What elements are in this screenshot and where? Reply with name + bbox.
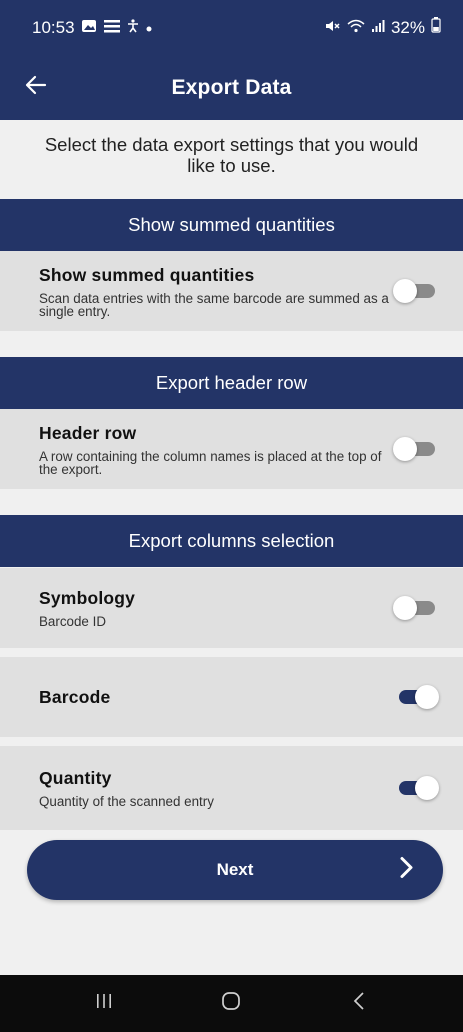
section-header-columns: Export columns selection: [0, 515, 463, 567]
column-title-barcode: Barcode: [39, 686, 111, 707]
header-row-toggle[interactable]: [393, 437, 439, 461]
back-button[interactable]: [16, 68, 56, 108]
section-header-header-row: Export header row: [0, 357, 463, 409]
status-bar: 10:53 32%: [0, 0, 463, 55]
setting-subtitle-summed: Scan data entries with the same barcode …: [39, 290, 389, 319]
status-time: 10:53: [32, 17, 75, 37]
column-title-quantity: Quantity: [39, 768, 112, 788]
setting-row-header-row[interactable]: Header row A row containing the column n…: [0, 409, 463, 489]
top-bar: 10:53 32% Export Data: [0, 0, 463, 120]
setting-subtitle-header-row: A row containing the column names is pla…: [39, 448, 382, 477]
section-header-summed: Show summed quantities: [0, 199, 463, 251]
barcode-toggle[interactable]: [393, 685, 439, 709]
battery-icon: [431, 17, 441, 38]
next-button[interactable]: Next: [27, 840, 443, 900]
chevron-right-icon: [399, 856, 415, 885]
next-button-label: Next: [216, 860, 254, 879]
signal-icon: [371, 18, 385, 38]
home-icon: [221, 991, 241, 1016]
dot-notification-icon: [145, 18, 153, 38]
accessibility-icon: [127, 18, 139, 38]
column-row-quantity[interactable]: Quantity Quantity of the scanned entry: [0, 746, 463, 830]
quantity-toggle[interactable]: [393, 776, 439, 800]
home-button[interactable]: [201, 984, 261, 1024]
symbology-toggle[interactable]: [393, 596, 439, 620]
system-nav-bar: [0, 975, 463, 1032]
page-title: Export Data: [171, 75, 292, 99]
setting-row-summed[interactable]: Show summed quantities Scan data entries…: [0, 251, 463, 331]
mute-icon: [325, 18, 341, 38]
menu-notification-icon: [103, 18, 121, 38]
arrow-back-icon: [25, 75, 47, 100]
recent-apps-button[interactable]: [74, 984, 134, 1024]
chevron-left-icon: [352, 991, 366, 1016]
column-title-symbology: Symbology: [39, 588, 136, 608]
recent-apps-icon: [95, 992, 113, 1015]
battery-percent: 32%: [390, 17, 425, 37]
column-row-symbology[interactable]: Symbology Barcode ID: [0, 568, 463, 648]
column-subtitle-symbology: Barcode ID: [39, 614, 106, 629]
app-bar: Export Data: [0, 55, 463, 120]
wifi-icon: [347, 18, 365, 38]
setting-title-header-row: Header row: [39, 422, 137, 443]
setting-title-summed: Show summed quantities: [39, 264, 255, 285]
summed-quantities-toggle[interactable]: [393, 279, 439, 303]
column-subtitle-quantity: Quantity of the scanned entry: [39, 794, 214, 809]
back-nav-button[interactable]: [329, 984, 389, 1024]
column-row-barcode[interactable]: Barcode: [0, 657, 463, 737]
image-notification-icon: [81, 18, 97, 38]
intro-text: Select the data export settings that you…: [0, 120, 463, 199]
